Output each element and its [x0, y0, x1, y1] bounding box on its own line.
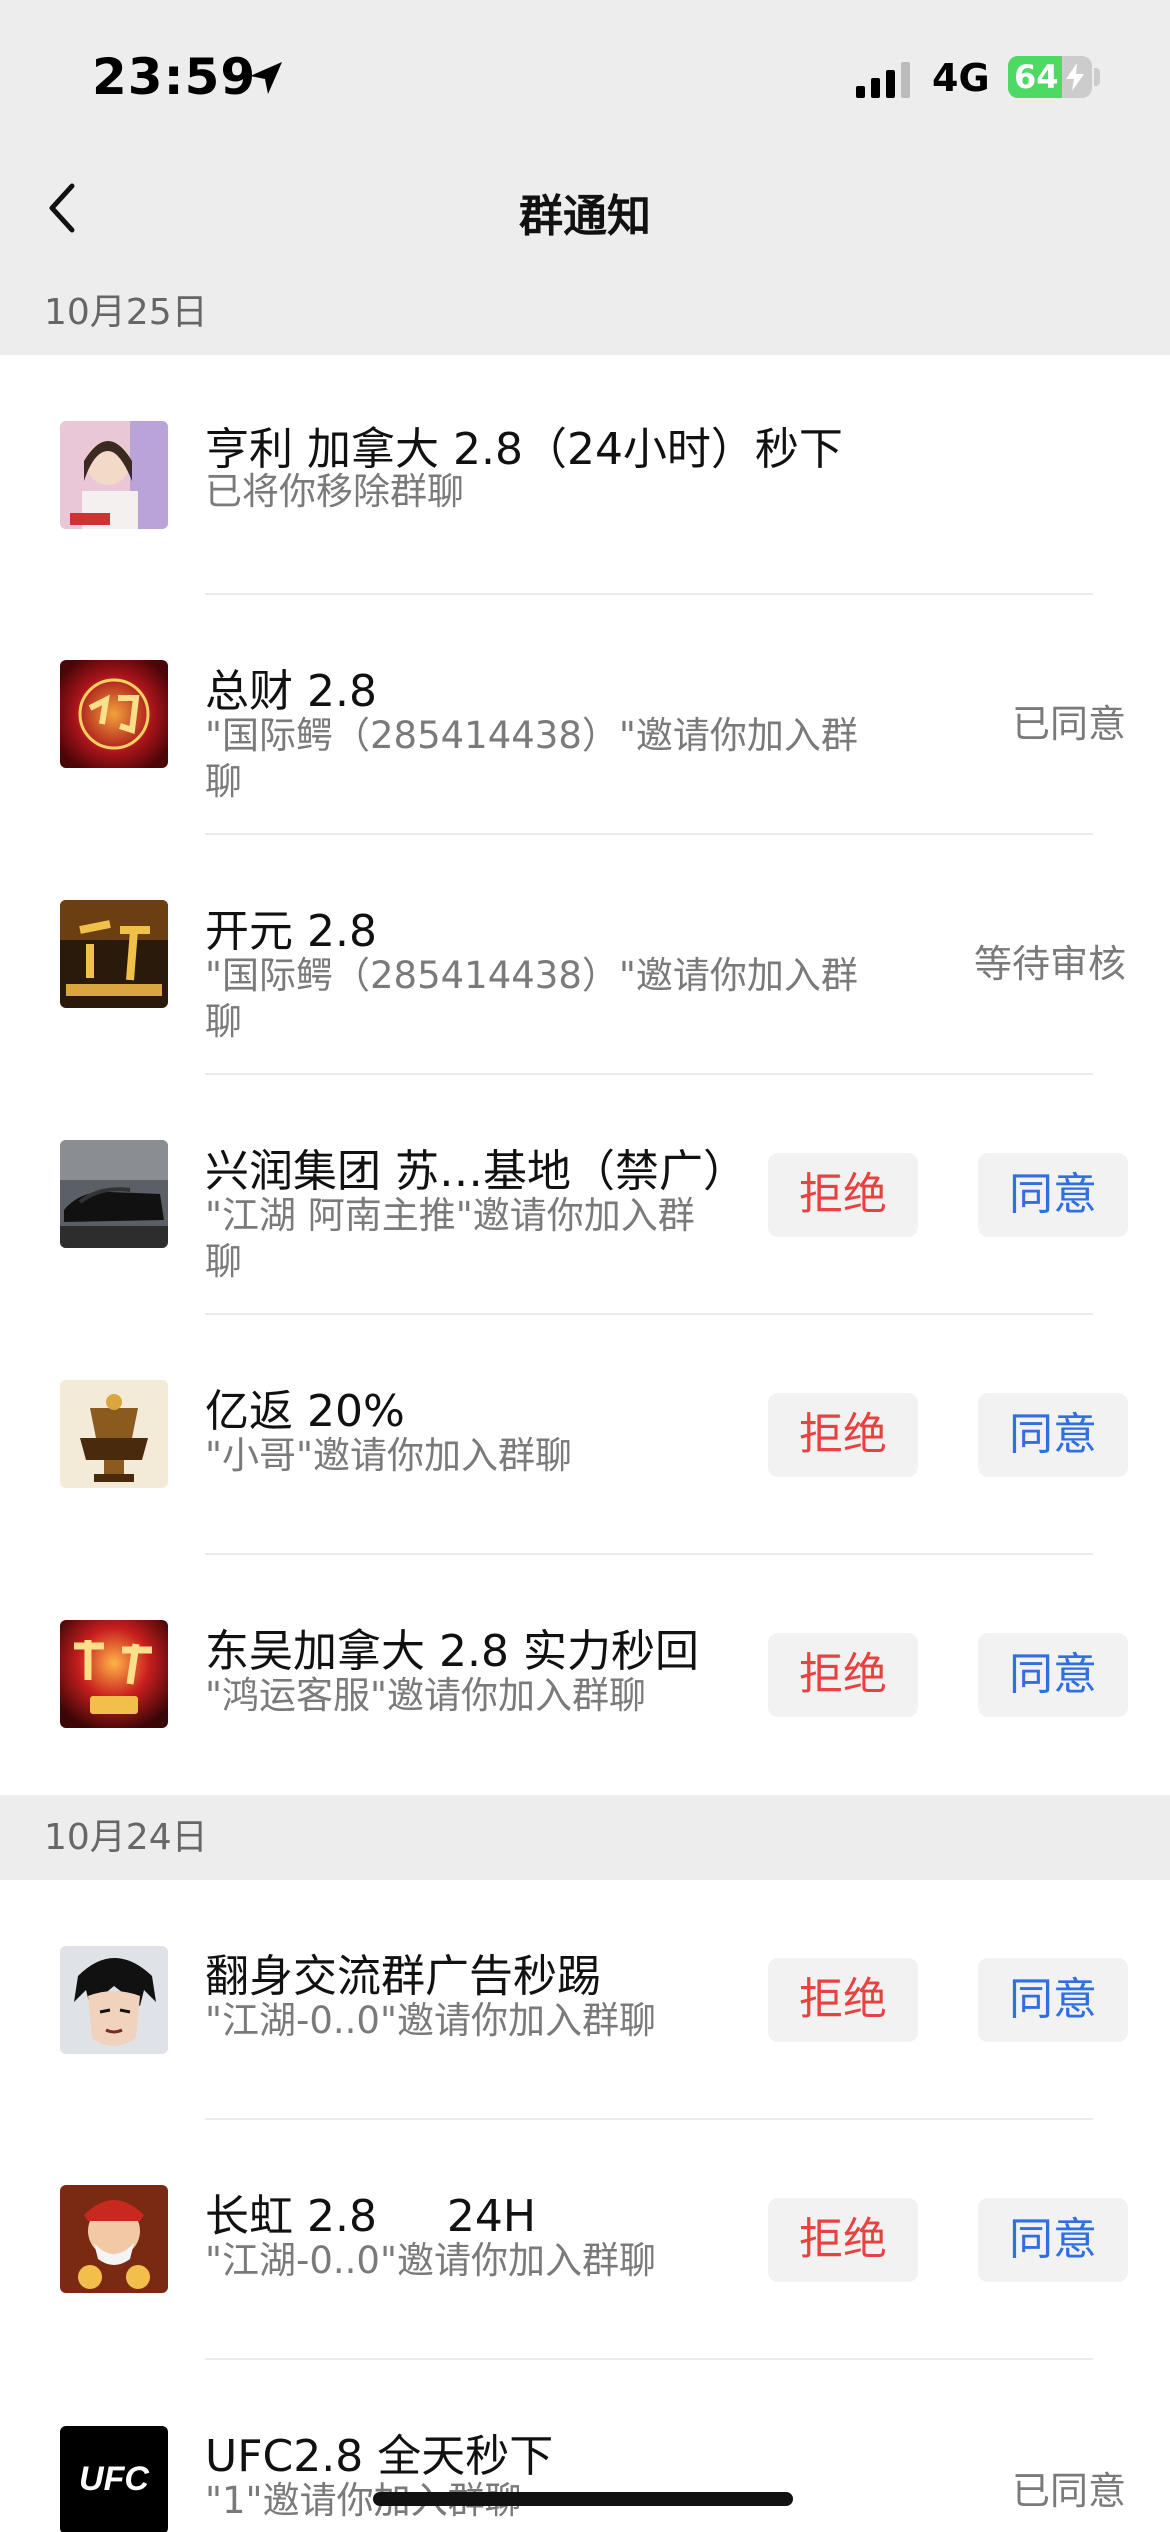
accept-button[interactable]: 同意: [978, 1393, 1128, 1477]
group-title: 开元 2.8: [205, 906, 377, 957]
notification-list: 翻身交流群广告秒踢 "江湖-0..0"邀请你加入群聊 拒绝 同意 长虹 2.8 …: [0, 1880, 1170, 2532]
group-avatar: [60, 1620, 168, 1728]
group-title: 亿返 20%: [205, 1386, 405, 1437]
group-title: UFC2.8 全天秒下: [205, 2431, 554, 2482]
list-item[interactable]: 开元 2.8 "国际鳄（285414438）"邀请你加入群 聊 等待审核: [0, 835, 1170, 1075]
accept-button[interactable]: 同意: [978, 1153, 1128, 1237]
group-title: 东吴加拿大 2.8 实力秒回: [205, 1626, 699, 1677]
group-title: 兴润集团 苏…基地（禁广）: [205, 1146, 747, 1197]
home-indicator: [373, 2492, 793, 2506]
group-avatar: [60, 421, 168, 529]
network-type: 4G: [932, 56, 990, 100]
list-item[interactable]: UFC UFC2.8 全天秒下 "1"邀请你加入群聊 已同意: [0, 2360, 1170, 2532]
cellular-signal-icon: [856, 62, 910, 98]
group-avatar: [60, 660, 168, 768]
status-time: 23:59: [92, 48, 257, 106]
list-item[interactable]: 总财 2.8 "国际鳄（285414438）"邀请你加入群 聊 已同意: [0, 595, 1170, 835]
notification-desc: 已将你移除群聊: [205, 470, 464, 513]
group-avatar: [60, 1380, 168, 1488]
date-header: 10月25日: [0, 270, 1170, 355]
reject-button[interactable]: 拒绝: [768, 1958, 918, 2042]
reject-button[interactable]: 拒绝: [768, 1393, 918, 1477]
notification-desc: "江湖 阿南主推"邀请你加入群 聊: [205, 1194, 695, 1283]
group-avatar: [60, 900, 168, 1008]
battery-cap: [1094, 68, 1100, 86]
list-item[interactable]: 兴润集团 苏…基地（禁广） "江湖 阿南主推"邀请你加入群 聊 拒绝 同意: [0, 1075, 1170, 1315]
status-bar: 23:59 4G 64: [0, 0, 1170, 150]
group-title: 总财 2.8: [205, 666, 377, 717]
list-item[interactable]: 长虹 2.8 24H "江湖-0..0"邀请你加入群聊 拒绝 同意: [0, 2120, 1170, 2360]
svg-text:UFC: UFC: [79, 2460, 149, 2498]
notification-desc: "国际鳄（285414438）"邀请你加入群 聊: [205, 714, 858, 803]
group-title: 长虹 2.8 24H: [205, 2191, 536, 2242]
location-arrow-icon: [250, 62, 282, 94]
notification-desc: "鸿运客服"邀请你加入群聊: [205, 1674, 647, 1717]
group-title: 亨利 加拿大 2.8（24小时）秒下: [205, 424, 843, 475]
status-label: 已同意: [1011, 702, 1126, 746]
page-title: 群通知: [519, 191, 651, 242]
navigation-bar: 群通知: [0, 150, 1170, 270]
notification-desc: "江湖-0..0"邀请你加入群聊: [205, 1999, 656, 2042]
list-item[interactable]: 翻身交流群广告秒踢 "江湖-0..0"邀请你加入群聊 拒绝 同意: [0, 1880, 1170, 2120]
list-item[interactable]: 亨利 加拿大 2.8（24小时）秒下 已将你移除群聊: [0, 355, 1170, 595]
battery-icon: 64: [1008, 56, 1092, 98]
list-item[interactable]: 亿返 20% "小哥"邀请你加入群聊 拒绝 同意: [0, 1315, 1170, 1555]
accept-button[interactable]: 同意: [978, 2198, 1128, 2282]
notification-list: 亨利 加拿大 2.8（24小时）秒下 已将你移除群聊 总财 2.8 "国际鳄（2…: [0, 355, 1170, 1795]
group-avatar: [60, 1946, 168, 2054]
status-label: 等待审核: [973, 942, 1126, 986]
group-avatar: [60, 2185, 168, 2293]
group-avatar: UFC: [60, 2426, 168, 2532]
accept-button[interactable]: 同意: [978, 1958, 1128, 2042]
reject-button[interactable]: 拒绝: [768, 1633, 918, 1717]
battery-percent: 64: [1014, 58, 1059, 96]
status-label: 已同意: [1011, 2469, 1126, 2513]
group-avatar: [60, 1140, 168, 1248]
group-title: 翻身交流群广告秒踢: [205, 1951, 601, 2002]
notification-desc: "国际鳄（285414438）"邀请你加入群 聊: [205, 954, 858, 1043]
list-item[interactable]: 东吴加拿大 2.8 实力秒回 "鸿运客服"邀请你加入群聊 拒绝 同意: [0, 1555, 1170, 1795]
reject-button[interactable]: 拒绝: [768, 2198, 918, 2282]
notification-desc: "小哥"邀请你加入群聊: [205, 1434, 573, 1477]
accept-button[interactable]: 同意: [978, 1633, 1128, 1717]
notification-desc: "江湖-0..0"邀请你加入群聊: [205, 2239, 656, 2282]
charging-bolt-icon: [1066, 63, 1084, 91]
date-header: 10月24日: [0, 1795, 1170, 1880]
reject-button[interactable]: 拒绝: [768, 1153, 918, 1237]
